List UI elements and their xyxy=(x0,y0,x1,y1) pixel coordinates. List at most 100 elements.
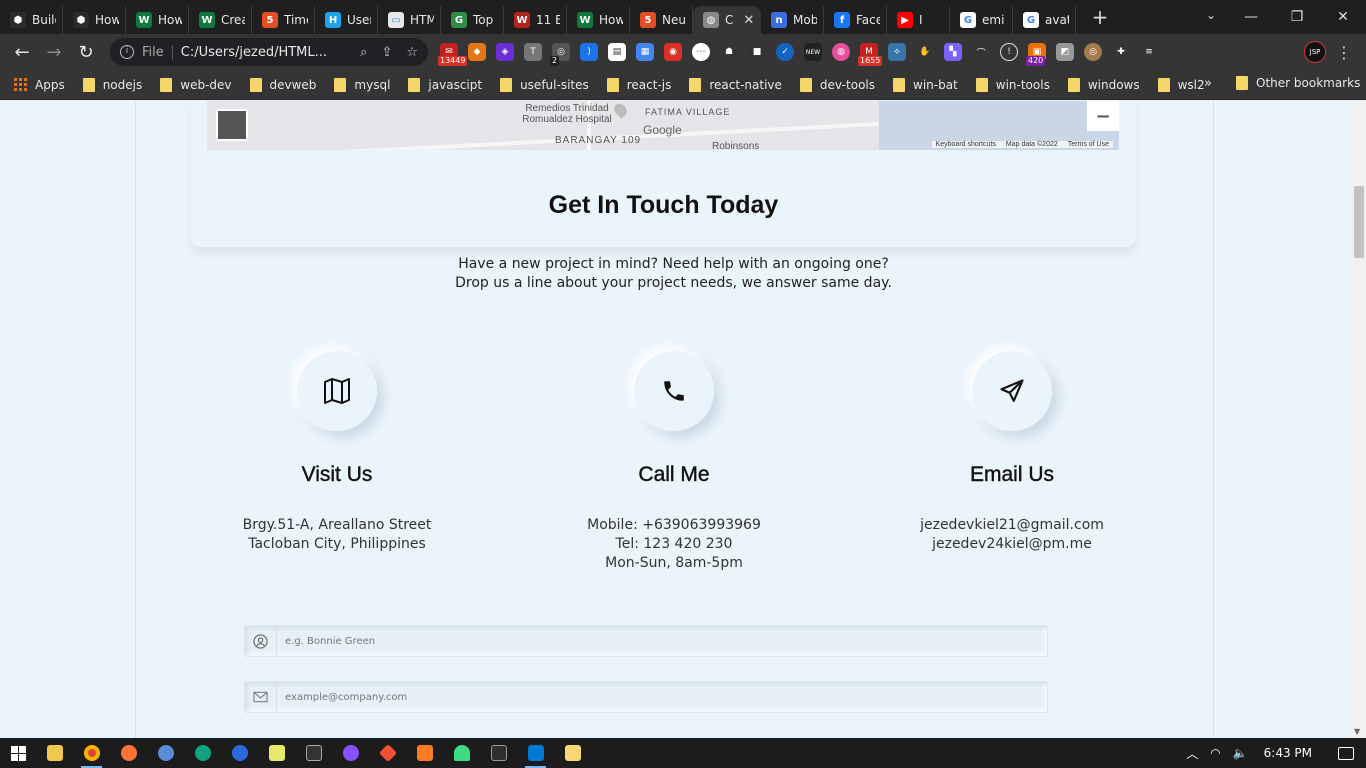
scrollbar-thumb[interactable] xyxy=(1354,186,1364,258)
browser-tab[interactable]: H User xyxy=(315,6,378,34)
browser-tab[interactable]: f Face xyxy=(824,6,887,34)
alert-extension-icon[interactable]: ! xyxy=(1000,43,1018,61)
browser-tab[interactable]: W 11 E xyxy=(504,6,567,34)
google-map[interactable]: Remedios Trinidad Romualdez Hospital FAT… xyxy=(207,101,1119,150)
forward-icon[interactable]: → xyxy=(38,42,70,63)
profile-avatar[interactable]: JSP xyxy=(1304,41,1326,63)
taskbar-explorer-icon[interactable] xyxy=(554,738,591,768)
bookmark-folder[interactable]: devweb xyxy=(249,77,316,92)
start-button[interactable] xyxy=(0,745,36,761)
taskbar-clock[interactable]: 6:43 PM xyxy=(1264,746,1312,760)
bookmark-folder[interactable]: react-native xyxy=(689,77,782,92)
taskbar-terminal-icon[interactable] xyxy=(295,738,332,768)
taskbar-firefox-icon[interactable] xyxy=(110,738,147,768)
terms-of-use-link[interactable]: Terms of Use xyxy=(1068,141,1109,148)
bookmark-folder[interactable]: windows xyxy=(1067,77,1140,92)
bookmark-folder[interactable]: web-dev xyxy=(160,77,232,92)
bookmark-apps[interactable]: Apps xyxy=(14,78,65,92)
taskbar-store-icon[interactable] xyxy=(36,738,73,768)
keyboard-shortcuts-link[interactable]: Keyboard shortcuts xyxy=(936,141,996,148)
taskbar-xampp-icon[interactable] xyxy=(406,738,443,768)
purple-extension-icon[interactable]: ◈ xyxy=(496,43,514,61)
bookmark-folder[interactable]: mysql xyxy=(334,77,390,92)
spy-extension-icon[interactable]: ☗ xyxy=(720,43,738,61)
browser-tab[interactable]: ◍ C ✕ xyxy=(693,6,761,34)
address-bar[interactable]: i File C:/Users/jezed/HTML... ⌕ ⇪ ☆ xyxy=(110,38,428,66)
t-extension-icon[interactable]: T xyxy=(524,43,542,61)
check-extension-icon[interactable]: ✓ xyxy=(776,43,794,61)
python-extension-icon[interactable]: ⟡ xyxy=(888,43,906,61)
taskbar-ob-icon[interactable] xyxy=(147,738,184,768)
multi-extension-icon[interactable]: ◎ 2 xyxy=(550,43,570,66)
new-extension-icon[interactable]: NEW xyxy=(804,43,822,61)
share-icon[interactable]: ⇪ xyxy=(381,45,392,60)
volume-icon[interactable]: 🔈 xyxy=(1233,746,1248,760)
back-icon[interactable]: ← xyxy=(6,42,38,63)
menu-kebab-icon[interactable]: ⋮ xyxy=(1336,43,1352,62)
taskbar-git-icon[interactable] xyxy=(369,738,406,768)
pink-extension-icon[interactable]: ◍ xyxy=(832,43,850,61)
taskbar-teams-icon[interactable] xyxy=(221,738,258,768)
bookmark-folder[interactable]: win-tools xyxy=(975,77,1050,92)
grid-extension-icon[interactable]: ▚ xyxy=(944,43,962,61)
close-window-icon[interactable]: ✕ xyxy=(1320,0,1366,34)
taskbar-chatgpt-icon[interactable] xyxy=(184,738,221,768)
new-tab-button[interactable]: + xyxy=(1086,5,1114,29)
taskbar-chrome-icon[interactable] xyxy=(73,738,110,768)
gmail-extension-icon[interactable]: M 1655 xyxy=(858,43,883,66)
feed-extension-icon[interactable]: ▣ 420 xyxy=(1026,43,1046,66)
gray-extension-icon[interactable]: ◩ xyxy=(1056,43,1074,61)
browser-tab[interactable]: ⬢ How xyxy=(63,6,126,34)
taskbar-android-icon[interactable] xyxy=(443,738,480,768)
other-bookmarks[interactable]: Other bookmarks xyxy=(1236,76,1360,90)
site-info-icon[interactable]: i xyxy=(120,45,134,59)
chart-extension-icon[interactable]: ▤ xyxy=(608,43,626,61)
zoom-icon[interactable]: ⌕ xyxy=(360,45,367,60)
reload-icon[interactable]: ↻ xyxy=(70,42,102,63)
browser-tab[interactable]: W How xyxy=(126,6,189,34)
browser-tab[interactable]: Gemi xyxy=(950,6,1013,34)
bookmark-folder[interactable]: useful-sites xyxy=(500,77,589,92)
page-scrollbar[interactable]: ▼ xyxy=(1351,101,1366,738)
doc-extension-icon[interactable]: ▦ xyxy=(636,43,654,61)
tray-overflow-icon[interactable]: ︿ xyxy=(1186,745,1198,762)
owl-extension-icon[interactable]: ◎ xyxy=(1084,43,1102,61)
bookmark-folder[interactable]: dev-tools xyxy=(799,77,875,92)
map-zoom-out-button[interactable]: − xyxy=(1087,101,1119,131)
restore-icon[interactable]: ❐ xyxy=(1274,0,1320,34)
bookmark-folder[interactable]: wsl2 xyxy=(1157,77,1205,92)
browser-tab[interactable]: Gavat xyxy=(1013,6,1076,34)
taskbar-notes-icon[interactable] xyxy=(258,738,295,768)
tab-close-icon[interactable]: ✕ xyxy=(743,13,754,28)
dark-extension-icon[interactable]: ■ xyxy=(748,43,766,61)
scroll-down-arrow-icon[interactable]: ▼ xyxy=(1354,727,1360,736)
taskbar-vscode-icon[interactable] xyxy=(517,738,554,768)
hand-extension-icon[interactable]: ✋ xyxy=(916,43,934,61)
bookmarks-overflow-button[interactable]: » xyxy=(1204,76,1212,91)
browser-tab[interactable]: W How xyxy=(567,6,630,34)
email-line[interactable]: jezedev24kiel@pm.me xyxy=(882,535,1142,554)
taskbar-github-icon[interactable] xyxy=(332,738,369,768)
wifi-icon[interactable]: ◠ xyxy=(1210,746,1220,760)
browser-tab[interactable]: 5 Neu xyxy=(630,6,693,34)
browser-tab[interactable]: n Mob xyxy=(761,6,824,34)
bookmark-folder[interactable]: win-bat xyxy=(893,77,958,92)
code-extension-icon[interactable]: ⋯ xyxy=(692,43,710,61)
puzzle-icon[interactable]: ✚ xyxy=(1112,43,1130,61)
bookmark-folder[interactable]: javascipt xyxy=(408,77,482,92)
email-line[interactable]: jezedevkiel21@gmail.com xyxy=(882,516,1142,535)
browser-tab[interactable]: ⬢ Build xyxy=(0,6,63,34)
minimize-icon[interactable]: — xyxy=(1228,0,1274,34)
hat-extension-icon[interactable]: ⌒ xyxy=(972,43,990,61)
taskbar-powershell-icon[interactable] xyxy=(480,738,517,768)
bookmark-folder[interactable]: react-js xyxy=(606,77,671,92)
browser-tab[interactable]: ▶ I xyxy=(887,6,950,34)
browser-tab[interactable]: W Crea xyxy=(189,6,252,34)
email-input[interactable] xyxy=(277,682,1047,712)
bookmark-folder[interactable]: nodejs xyxy=(82,77,142,92)
wave-extension-icon[interactable]: ) xyxy=(580,43,598,61)
camera-extension-icon[interactable]: ◉ xyxy=(664,43,682,61)
browser-tab[interactable]: G Top xyxy=(441,6,504,34)
tab-search-icon[interactable]: ⌄ xyxy=(1206,8,1216,22)
bookmark-star-icon[interactable]: ☆ xyxy=(406,45,418,60)
